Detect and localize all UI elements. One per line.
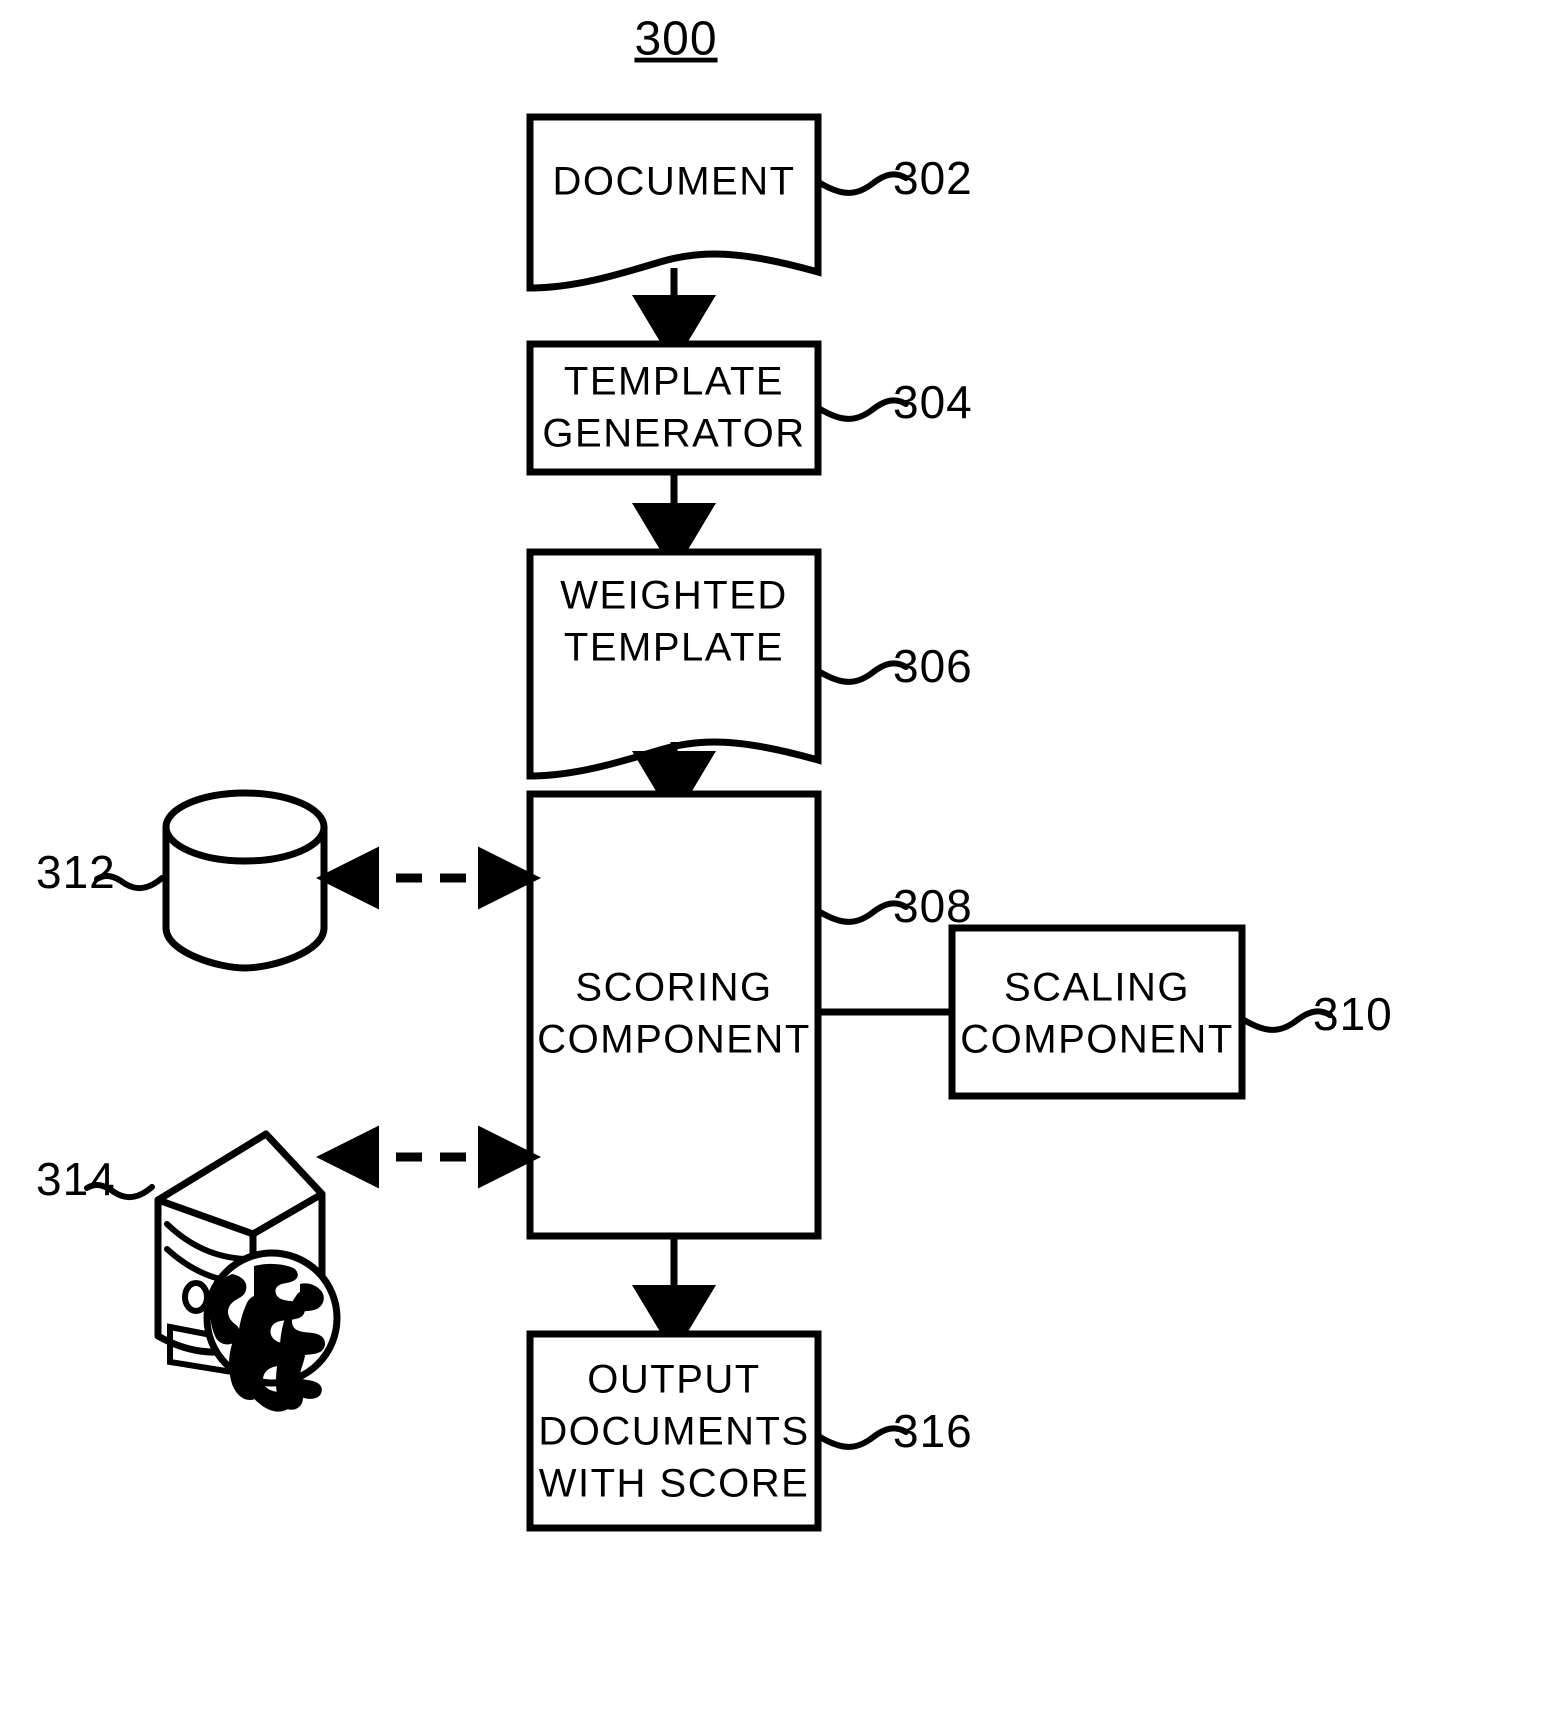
scoring-component-label-line2: COMPONENT bbox=[537, 1018, 811, 1062]
ref-number-310: 310 bbox=[1313, 988, 1393, 1040]
figure-canvas: 300 DOCUMENT 302 TEMPLATE GENERATOR 304 … bbox=[36, 13, 1393, 1532]
node-output-documents: OUTPUT DOCUMENTS WITH SCORE 316 bbox=[526, 1330, 973, 1532]
patent-figure-300: 300 DOCUMENT 302 TEMPLATE GENERATOR 304 … bbox=[0, 0, 1555, 1729]
node-template-generator: TEMPLATE GENERATOR 304 bbox=[526, 340, 973, 476]
ref-number-314: 314 bbox=[36, 1153, 116, 1205]
figure-number: 300 bbox=[634, 13, 717, 66]
ref-number-304: 304 bbox=[893, 376, 973, 428]
output-documents-label-line3: WITH SCORE bbox=[539, 1462, 810, 1506]
weighted-template-label-line1: WEIGHTED bbox=[560, 574, 788, 618]
template-generator-label-line1: TEMPLATE bbox=[564, 360, 784, 404]
scaling-component-label-line1: SCALING bbox=[1004, 966, 1190, 1010]
node-server: 314 bbox=[36, 1130, 341, 1412]
scoring-component-box bbox=[526, 790, 822, 1240]
output-documents-label-line1: OUTPUT bbox=[587, 1358, 760, 1402]
ref-number-316: 316 bbox=[893, 1405, 973, 1457]
server-tower-with-globe-icon bbox=[154, 1130, 341, 1412]
ref-number-302: 302 bbox=[893, 152, 973, 204]
output-documents-label-line2: DOCUMENTS bbox=[538, 1410, 809, 1454]
weighted-template-label-line2: TEMPLATE bbox=[564, 626, 784, 670]
ref-number-312: 312 bbox=[36, 846, 116, 898]
node-database: 312 bbox=[36, 789, 328, 972]
ref-number-308: 308 bbox=[893, 880, 973, 932]
scaling-component-box bbox=[948, 924, 1246, 1100]
scoring-component-label-line1: SCORING bbox=[575, 966, 772, 1010]
node-scaling-component: SCALING COMPONENT 310 bbox=[948, 924, 1393, 1100]
node-weighted-template: WEIGHTED TEMPLATE 306 bbox=[526, 548, 973, 780]
document-label: DOCUMENT bbox=[552, 160, 795, 204]
template-generator-label-line2: GENERATOR bbox=[542, 412, 805, 456]
database-top-ellipse bbox=[162, 789, 328, 865]
scaling-component-label-line2: COMPONENT bbox=[960, 1018, 1234, 1062]
globe-landmasses bbox=[210, 1263, 326, 1412]
database-cylinder-icon bbox=[162, 789, 328, 972]
figure-number-text: 300 bbox=[634, 13, 717, 66]
node-document: DOCUMENT 302 bbox=[526, 113, 973, 292]
ref-number-306: 306 bbox=[893, 640, 973, 692]
